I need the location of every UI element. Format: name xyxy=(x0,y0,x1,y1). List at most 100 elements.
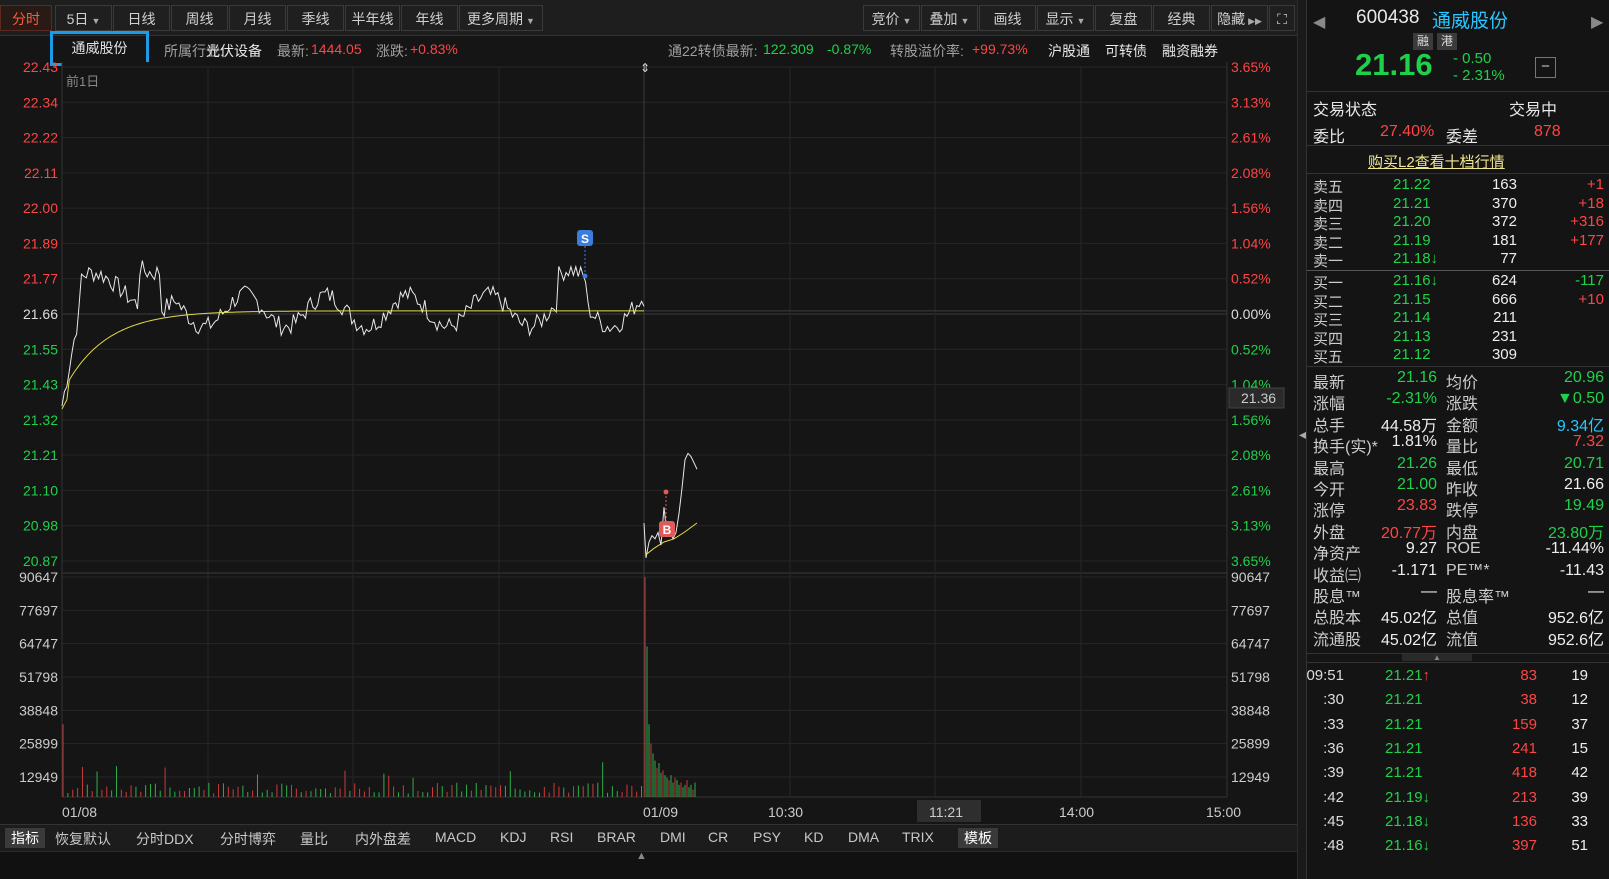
stat-label: 净资产 xyxy=(1313,546,1362,564)
tab-yearly[interactable]: 年线 xyxy=(401,5,458,31)
arrow-down-icon: ↓ xyxy=(1422,788,1431,806)
indicator-tab[interactable]: 量比 xyxy=(300,829,328,849)
tick-count: 37 xyxy=(1571,715,1588,733)
stats-row: 涨幅 -2.31% 涨跌 ▼0.50 xyxy=(1307,390,1609,413)
minus-icon: − xyxy=(1541,58,1550,75)
indicator-tab[interactable]: PSY xyxy=(753,829,781,845)
stats-row: 收益㈢ -1.171 PE™* -11.43 xyxy=(1307,562,1609,585)
overlay-button[interactable]: 叠加 ▼ xyxy=(921,5,978,31)
bond-label[interactable]: 通22转债最新: xyxy=(668,41,757,61)
order-volume: 370 xyxy=(1491,194,1517,212)
tick-time: :42 xyxy=(1323,788,1344,806)
indicator-tab[interactable]: 内外盘差 xyxy=(355,829,411,849)
sell-marker-dot xyxy=(582,273,588,279)
indicator-tab[interactable]: BRAR xyxy=(597,829,636,845)
tab-weekly[interactable]: 周线 xyxy=(171,5,228,31)
stat-value: 7.32 xyxy=(1572,433,1604,451)
stat-label: 量比 xyxy=(1446,439,1479,457)
current-price: 21.16 xyxy=(1355,47,1433,82)
auction-button[interactable]: 竞价 ▼ xyxy=(863,5,920,31)
tick-volume: 159 xyxy=(1511,715,1537,733)
stat-label: 总值 xyxy=(1446,610,1479,628)
indicator-tab[interactable]: 恢复默认 xyxy=(55,829,111,849)
pct-tick-label: 0.00% xyxy=(1231,306,1271,322)
indicator-tab[interactable]: KDJ xyxy=(500,829,526,845)
draw-button[interactable]: 画线 xyxy=(979,5,1036,31)
fullscreen-button[interactable]: ⛶ xyxy=(1269,5,1295,31)
replay-button[interactable]: 复盘 xyxy=(1095,5,1152,31)
ask-row[interactable]: 卖二 21.19 181 +177 xyxy=(1307,232,1609,252)
link-convertible[interactable]: 可转债 xyxy=(1105,41,1147,61)
tab-halfyear[interactable]: 半年线 xyxy=(345,5,400,31)
order-price: 21.16↓ xyxy=(1393,272,1439,289)
link-margin[interactable]: 融资融券 xyxy=(1162,41,1218,61)
indicator-tab[interactable]: DMA xyxy=(848,829,879,845)
tab-more-periods[interactable]: 更多周期 ▼ xyxy=(459,5,543,31)
order-delta: +316 xyxy=(1570,213,1604,230)
weicha-label: 委差 xyxy=(1446,129,1479,146)
overlay-label: 叠加 xyxy=(929,11,958,27)
bid-row[interactable]: 买四 21.13 231 xyxy=(1307,328,1609,348)
hide-button[interactable]: 隐藏 ▶▶ xyxy=(1211,5,1268,31)
display-button[interactable]: 显示 ▼ xyxy=(1037,5,1094,31)
volume-tick-label: 38848 xyxy=(19,702,58,718)
stock-code: 600438 xyxy=(1356,7,1420,28)
ask-row[interactable]: 卖四 21.21 370 +18 xyxy=(1307,194,1609,215)
next-stock-icon[interactable]: ▶ xyxy=(1591,12,1603,32)
expand-handle-icon[interactable]: ▲ xyxy=(1402,654,1472,662)
drag-handle-icon[interactable]: ⇕ xyxy=(640,62,650,75)
tab-daily[interactable]: 日线 xyxy=(113,5,170,31)
tab-5day[interactable]: 5日 ▼ xyxy=(55,5,112,31)
indicator-tab[interactable]: 分时博弈 xyxy=(220,829,276,849)
price-tick-label: 21.32 xyxy=(23,412,58,428)
volume-tick-label: 90647 xyxy=(1231,569,1270,585)
bid-row[interactable]: 买二 21.15 666 +10 xyxy=(1307,290,1609,311)
volume-tick-label: 51798 xyxy=(1231,669,1270,685)
ask-row[interactable]: 卖五 21.22 163 +1 xyxy=(1307,176,1609,196)
tick-volume: 397 xyxy=(1511,837,1537,855)
bid-row[interactable]: 买一 21.16↓ 624 -117 xyxy=(1307,272,1609,292)
indicator-tab[interactable]: MACD xyxy=(435,829,476,845)
indicator-tab[interactable]: RSI xyxy=(550,829,573,845)
stats-row: 净资产 9.27 ROE -11.44% xyxy=(1307,540,1609,564)
index-change-value: +0.83% xyxy=(410,41,458,57)
tab-monthly[interactable]: 月线 xyxy=(229,5,286,31)
intraday-chart[interactable]: 22.43 22.34 22.22 22.11 22.00 21.89 21.77 21.66… xyxy=(0,62,1297,824)
stat-label: 收益㈢ xyxy=(1313,567,1362,585)
indicator-tab[interactable]: 指标 xyxy=(5,828,45,848)
industry-value[interactable]: 光伏设备 xyxy=(206,41,262,61)
order-volume: 163 xyxy=(1491,176,1517,193)
indicator-tab[interactable]: DMI xyxy=(660,829,686,845)
order-delta: +1 xyxy=(1586,176,1604,193)
indicator-tab[interactable]: 模板 xyxy=(958,828,998,848)
order-volume: 666 xyxy=(1491,290,1517,308)
tick-row: 09:51 21.21↑ 83 19 xyxy=(1306,667,1609,691)
tab-quarterly[interactable]: 季线 xyxy=(287,5,344,31)
percent-axis: 3.65% 3.13% 2.61% 2.08% 1.56% 1.04% 0.52% 0.00%… xyxy=(1231,62,1271,569)
tick-time: 09:51 xyxy=(1306,667,1344,684)
indicator-tab[interactable]: KD xyxy=(804,829,823,845)
prev-stock-icon[interactable]: ◀ xyxy=(1313,12,1325,32)
classic-button[interactable]: 经典 xyxy=(1153,5,1210,31)
buy-l2-link[interactable]: 购买L2查看十档行情 xyxy=(1368,151,1505,172)
collapse-handle-icon[interactable]: ▲ xyxy=(636,850,647,862)
ask-row[interactable]: 卖三 21.20 372 +316 xyxy=(1307,213,1609,233)
index-latest-label: 最新: xyxy=(277,43,309,59)
panel-divider[interactable]: ◀ xyxy=(1297,0,1307,879)
time-tick-label: 15:00 xyxy=(1206,804,1241,820)
indicator-tab[interactable]: TRIX xyxy=(902,829,934,845)
bid-row[interactable]: 买五 21.12 309 xyxy=(1307,346,1609,366)
link-hk-connect[interactable]: 沪股通 xyxy=(1048,41,1090,61)
indicator-tab[interactable]: 分时DDX xyxy=(136,829,194,849)
ask-row[interactable]: 卖一 21.18↓ 77 xyxy=(1307,250,1609,270)
indicator-tab[interactable]: CR xyxy=(708,829,728,845)
stock-name-chip[interactable]: 通威股份 xyxy=(50,31,149,66)
bid-row[interactable]: 买三 21.14 211 xyxy=(1307,309,1609,329)
period-toolbar: 分时 5日 ▼ 日线 周线 月线 季线 半年线 年线 更多周期 ▼ 竞价 ▼ 叠加 ▼ … xyxy=(0,0,1297,36)
tab-intraday[interactable]: 分时 xyxy=(0,5,52,31)
collapse-quote-button[interactable]: − xyxy=(1535,57,1556,78)
stat-label: 总手 xyxy=(1313,417,1346,435)
stat-value: 20.77万 xyxy=(1380,524,1437,542)
tick-row: :42 21.19↓ 213 39 xyxy=(1307,789,1609,813)
volume-tick-label: 12949 xyxy=(1231,769,1270,785)
